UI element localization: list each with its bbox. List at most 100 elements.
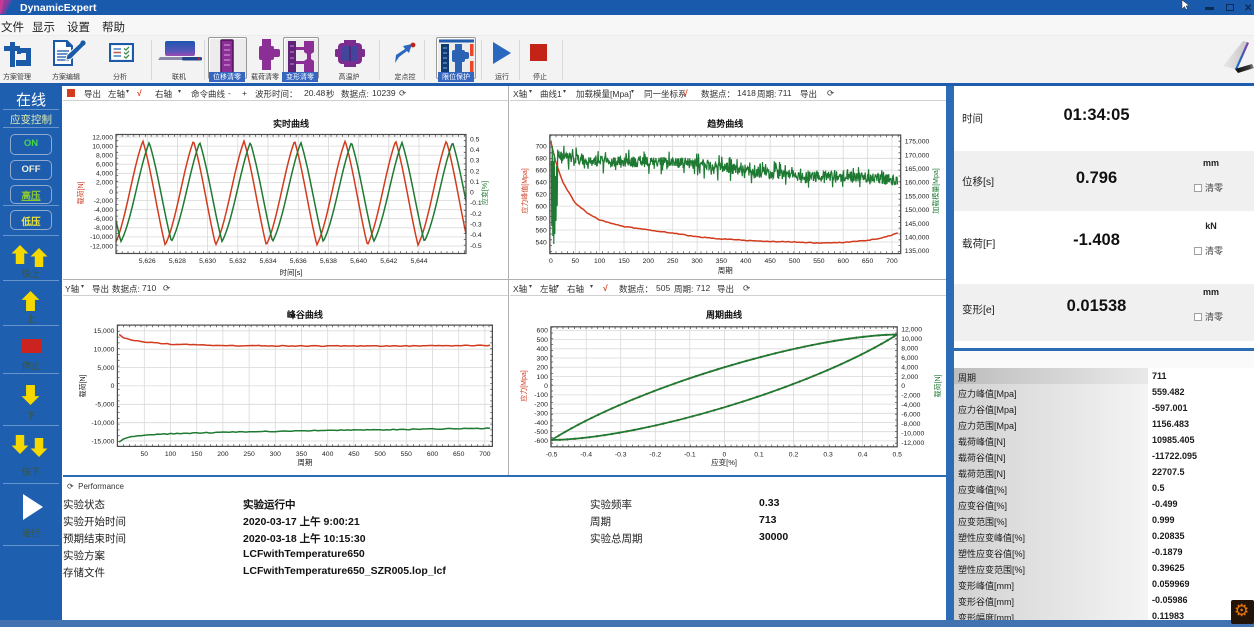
svg-text:135,000: 135,000 (905, 248, 930, 255)
svg-text:时间[s]: 时间[s] (280, 267, 303, 277)
svg-text:5,626: 5,626 (139, 258, 156, 265)
svg-text:5,630: 5,630 (199, 258, 216, 265)
svg-text:12,000: 12,000 (901, 327, 922, 334)
svg-text:700: 700 (479, 451, 491, 458)
svg-text:-4,000: -4,000 (94, 207, 113, 214)
svg-text:0: 0 (901, 383, 905, 390)
svg-text:4,000: 4,000 (96, 171, 113, 178)
svg-text:0.1: 0.1 (754, 451, 764, 458)
svg-text:200: 200 (217, 451, 229, 458)
svg-text:0.2: 0.2 (789, 451, 799, 458)
svg-text:200: 200 (537, 365, 549, 372)
svg-text:-300: -300 (534, 411, 548, 418)
svg-text:6,000: 6,000 (901, 355, 918, 362)
svg-text:500: 500 (374, 451, 386, 458)
svg-text:540: 540 (535, 239, 547, 246)
svg-text:300: 300 (691, 258, 703, 265)
svg-text:700: 700 (535, 144, 547, 151)
svg-text:15,000: 15,000 (94, 328, 115, 335)
svg-text:周期曲线: 周期曲线 (706, 309, 742, 320)
svg-text:640: 640 (535, 179, 547, 186)
svg-text:-0.2: -0.2 (470, 211, 482, 218)
svg-text:10,000: 10,000 (92, 143, 113, 150)
svg-text:-6,000: -6,000 (94, 216, 113, 223)
svg-text:-2,000: -2,000 (901, 393, 920, 400)
svg-text:应变[%]: 应变[%] (711, 457, 737, 467)
svg-text:0: 0 (109, 189, 113, 196)
svg-text:峰谷曲线: 峰谷曲线 (287, 309, 323, 320)
svg-text:5,636: 5,636 (290, 258, 307, 265)
svg-text:-12,000: -12,000 (901, 440, 924, 447)
svg-text:0.4: 0.4 (470, 147, 480, 154)
svg-text:趋势曲线: 趋势曲线 (707, 118, 743, 129)
svg-text:-0.1: -0.1 (684, 451, 696, 458)
svg-text:-100: -100 (534, 392, 548, 399)
svg-text:周期: 周期 (297, 458, 312, 467)
svg-text:0.5: 0.5 (470, 136, 480, 143)
svg-text:350: 350 (296, 451, 308, 458)
svg-text:175,000: 175,000 (905, 139, 930, 146)
svg-text:145,000: 145,000 (905, 221, 930, 228)
svg-text:100: 100 (537, 374, 549, 381)
svg-text:5,634: 5,634 (259, 258, 276, 265)
svg-text:-10,000: -10,000 (90, 234, 113, 241)
svg-text:应力峰值[Mpa]: 应力峰值[Mpa] (520, 168, 529, 214)
svg-text:500: 500 (537, 337, 549, 344)
svg-text:300: 300 (270, 451, 282, 458)
svg-text:应力[Mpa]: 应力[Mpa] (519, 370, 528, 402)
svg-text:-8,000: -8,000 (901, 421, 920, 428)
svg-text:0: 0 (111, 383, 115, 390)
svg-text:50: 50 (141, 451, 149, 458)
svg-text:5,632: 5,632 (229, 258, 246, 265)
svg-text:加载模量[Mpa]: 加载模量[Mpa] (931, 168, 940, 214)
svg-text:170,000: 170,000 (905, 152, 930, 159)
svg-text:100: 100 (165, 451, 177, 458)
svg-text:0.2: 0.2 (470, 168, 480, 175)
svg-text:600: 600 (535, 203, 547, 210)
svg-text:-0.2: -0.2 (649, 451, 661, 458)
svg-text:-0.4: -0.4 (470, 232, 482, 239)
svg-text:400: 400 (740, 258, 752, 265)
svg-text:660: 660 (535, 168, 547, 175)
svg-text:400: 400 (322, 451, 334, 458)
svg-text:450: 450 (764, 258, 776, 265)
svg-text:560: 560 (535, 227, 547, 234)
svg-text:580: 580 (535, 215, 547, 222)
svg-text:140,000: 140,000 (905, 234, 930, 241)
svg-text:8,000: 8,000 (96, 152, 113, 159)
svg-text:10,000: 10,000 (94, 346, 115, 353)
svg-text:-0.5: -0.5 (470, 243, 482, 250)
svg-text:0.3: 0.3 (823, 451, 833, 458)
svg-text:200: 200 (643, 258, 655, 265)
svg-text:165,000: 165,000 (905, 166, 930, 173)
svg-text:5,640: 5,640 (350, 258, 367, 265)
svg-text:150,000: 150,000 (905, 207, 930, 214)
svg-text:载荷[N]: 载荷[N] (933, 374, 942, 397)
svg-text:5,638: 5,638 (320, 258, 337, 265)
svg-text:8,000: 8,000 (901, 345, 918, 352)
svg-text:250: 250 (667, 258, 679, 265)
svg-text:650: 650 (453, 451, 465, 458)
svg-text:-6,000: -6,000 (901, 412, 920, 419)
svg-text:600: 600 (838, 258, 850, 265)
svg-text:载荷[N]: 载荷[N] (76, 181, 85, 204)
svg-text:550: 550 (813, 258, 825, 265)
svg-text:实时曲线: 实时曲线 (273, 118, 309, 129)
svg-text:0: 0 (470, 190, 474, 197)
svg-text:-10,000: -10,000 (91, 420, 114, 427)
svg-text:-5,000: -5,000 (95, 402, 114, 409)
svg-text:-0.4: -0.4 (580, 451, 592, 458)
svg-text:-12,000: -12,000 (90, 243, 113, 250)
svg-text:-200: -200 (534, 401, 548, 408)
svg-text:0.5: 0.5 (892, 451, 902, 458)
svg-text:150: 150 (191, 451, 203, 458)
svg-text:300: 300 (537, 355, 549, 362)
svg-text:350: 350 (716, 258, 728, 265)
svg-text:400: 400 (537, 346, 549, 353)
svg-text:600: 600 (427, 451, 439, 458)
svg-text:-0.5: -0.5 (546, 451, 558, 458)
svg-text:500: 500 (789, 258, 801, 265)
svg-text:6,000: 6,000 (96, 162, 113, 169)
svg-text:0.1: 0.1 (470, 179, 480, 186)
svg-text:0.3: 0.3 (470, 158, 480, 165)
